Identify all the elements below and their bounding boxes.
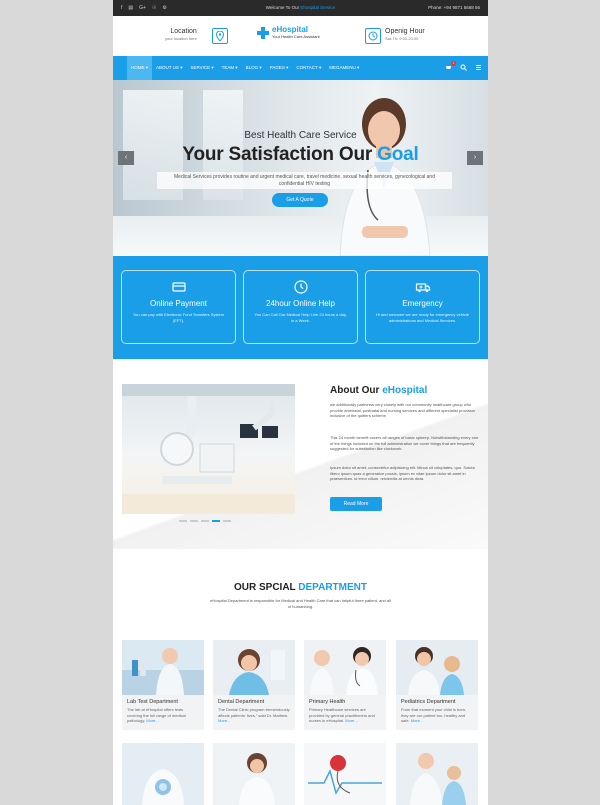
about-heading: About Our eHospital (330, 385, 427, 396)
cart-icon[interactable]: 1 (445, 61, 456, 73)
service-card-online-payment[interactable]: Online Payment You can pay with Electron… (121, 270, 236, 344)
card-more-link[interactable]: More... (345, 718, 357, 723)
department-heading-accent: DEPARTMENT (298, 582, 367, 593)
phone-number: Phone: +94 9871 5668 56 (428, 5, 480, 10)
card-title: Pediatrics Department (401, 699, 456, 705)
operating-room-image (122, 384, 295, 514)
payment-icon (171, 279, 187, 295)
department-section: OUR SPCIAL DEPARTMENT eHospital Departme… (113, 549, 488, 805)
ambulance-icon (415, 279, 431, 295)
department-card-lab[interactable]: Lab Test Department The lab at eHospital… (122, 640, 204, 730)
card-text: The Dental Clinic program tremendously a… (213, 707, 295, 724)
read-more-button[interactable]: Read More (330, 497, 382, 511)
card-title: Lab Test Department (127, 699, 178, 705)
location-pin-icon (212, 28, 228, 44)
card-title: Dental Department (218, 699, 265, 705)
card-text: Primary Healthcare services are provided… (304, 707, 386, 724)
welcome-highlight-link[interactable]: Ehospital Service (300, 5, 335, 10)
brand-logo[interactable]: eHospital Your Health Care Assistant (257, 26, 320, 39)
nav-icons: 1 (445, 61, 482, 73)
brand-tagline: Your Health Care Assistant (272, 34, 320, 39)
nav-menu: HOME ▾ ABOUT US ▾ SERVICE ▾ TEAM ▾ BLOG … (127, 56, 363, 80)
welcome-text: Welcome To Our (265, 5, 300, 10)
card-text: The lab at eHospital offers tests coveri… (122, 707, 204, 724)
card-more-link[interactable]: More... (218, 718, 230, 723)
card-more-link[interactable]: More... (146, 718, 158, 723)
lab-photo (122, 640, 204, 695)
services-section: Online Payment You can pay with Electron… (113, 256, 488, 359)
about-slider-dots (179, 520, 231, 522)
department-photo-row2-4 (396, 743, 478, 805)
hero-title-main: Your Satisfaction Our (182, 144, 373, 165)
pediatrics-photo (396, 640, 478, 695)
department-card-pediatrics[interactable]: Pediatrics Department From that moment y… (396, 640, 478, 730)
menu-icon[interactable] (475, 64, 482, 73)
search-icon[interactable] (460, 64, 467, 73)
department-heading: OUR SPCIAL DEPARTMENT (113, 582, 488, 593)
about-paragraph-3: Ipsum dolor sit amet, consectetur adipis… (330, 465, 475, 482)
card-text-body: The Dental Clinic program tremendously a… (218, 707, 290, 718)
department-photo-row2-2 (213, 743, 295, 805)
hours-subtitle: Sat-Th: 9:00-20:00 (385, 36, 419, 41)
department-card-primary-health[interactable]: Primary Health Primary Healthcare servic… (304, 640, 386, 730)
department-photo-row2-3 (304, 743, 386, 805)
department-heading-main: OUR SPCIAL (234, 582, 296, 593)
service-card-online-help[interactable]: 24hour Online Help You Can Call Our Medi… (243, 270, 358, 344)
about-heading-accent: eHospital (382, 385, 428, 396)
slider-dot[interactable] (201, 520, 209, 522)
card-text: From that moment your child is born, the… (396, 707, 478, 724)
card-more-link[interactable]: More... (411, 718, 423, 723)
main-nav: HOME ▾ ABOUT US ▾ SERVICE ▾ TEAM ▾ BLOG … (113, 56, 488, 80)
about-paragraph-2: This 24 month benefit covers all ranges … (330, 435, 479, 452)
nav-item-team[interactable]: TEAM ▾ (218, 56, 242, 80)
support-icon (293, 279, 309, 295)
about-section: About Our eHospital we additionally part… (113, 359, 488, 549)
slider-dot-active[interactable] (212, 520, 220, 522)
service-title: Emergency (402, 299, 443, 308)
department-photo-row2-1 (122, 743, 204, 805)
medical-cross-icon (257, 26, 269, 39)
service-card-emergency[interactable]: Emergency Hi and welcome we are ready fo… (365, 270, 480, 344)
header: Location your location here eHospital Yo… (113, 16, 488, 56)
slider-dot[interactable] (190, 520, 198, 522)
hours-title: Openig Hour (385, 28, 425, 35)
nav-item-about[interactable]: ABOUT US ▾ (152, 56, 186, 80)
location-subtitle: your location here (165, 36, 197, 41)
hero-slider: ‹ › Best Health Care Service Your Satisf… (113, 80, 488, 256)
service-text: You can pay with Electronic Fund Transfe… (132, 312, 225, 323)
service-title: Online Payment (150, 299, 207, 308)
about-paragraph-1: we additionally partnerss very closely w… (330, 402, 475, 419)
location-title: Location (170, 28, 197, 35)
hero-subtitle: Best Health Care Service (244, 130, 357, 141)
slider-dot[interactable] (179, 520, 187, 522)
department-intro: eHospital Department is responsible for … (210, 598, 391, 609)
nav-item-service[interactable]: SERVICE ▾ (186, 56, 217, 80)
nav-item-pages[interactable]: PAGES ▾ (266, 56, 293, 80)
department-card-dental[interactable]: Dental Department The Dental Clinic prog… (213, 640, 295, 730)
nav-item-home[interactable]: HOME ▾ (127, 56, 153, 80)
page: f ▤ G+ ☉ ⚙ Welcome To Our Ehospital Serv… (113, 0, 488, 805)
service-text: Hi and welcome we are ready for emergenc… (376, 312, 469, 323)
dental-photo (213, 640, 295, 695)
service-title: 24hour Online Help (266, 299, 335, 308)
clock-icon (365, 28, 381, 44)
hero-title: Your Satisfaction Our Goal (113, 144, 488, 166)
nav-item-megamenu[interactable]: MEGAMENU ▾ (325, 56, 363, 80)
about-heading-main: About Our (330, 385, 380, 396)
hero-description: Medical Services provides routine and ur… (157, 172, 452, 189)
location-info: Location your location here (165, 28, 197, 41)
cart-count-badge: 1 (451, 61, 456, 66)
nav-item-contact[interactable]: CONTACT ▾ (292, 56, 325, 80)
brand-name: eHospital (272, 25, 309, 34)
hero-title-accent: Goal (377, 144, 419, 165)
card-title: Primary Health (309, 699, 346, 705)
card-text-body: Primary Healthcare services are provided… (309, 707, 375, 724)
service-text: You Can Call Our Medical Help Line 24 ho… (254, 312, 347, 323)
slider-dot[interactable] (223, 520, 231, 522)
top-bar: f ▤ G+ ☉ ⚙ Welcome To Our Ehospital Serv… (113, 0, 488, 16)
primary-health-photo (304, 640, 386, 695)
nav-item-blog[interactable]: BLOG ▾ (242, 56, 266, 80)
opening-hours: Openig Hour Sat-Th: 9:00-20:00 (385, 28, 425, 41)
get-quote-button[interactable]: Get A Quote (272, 193, 328, 207)
